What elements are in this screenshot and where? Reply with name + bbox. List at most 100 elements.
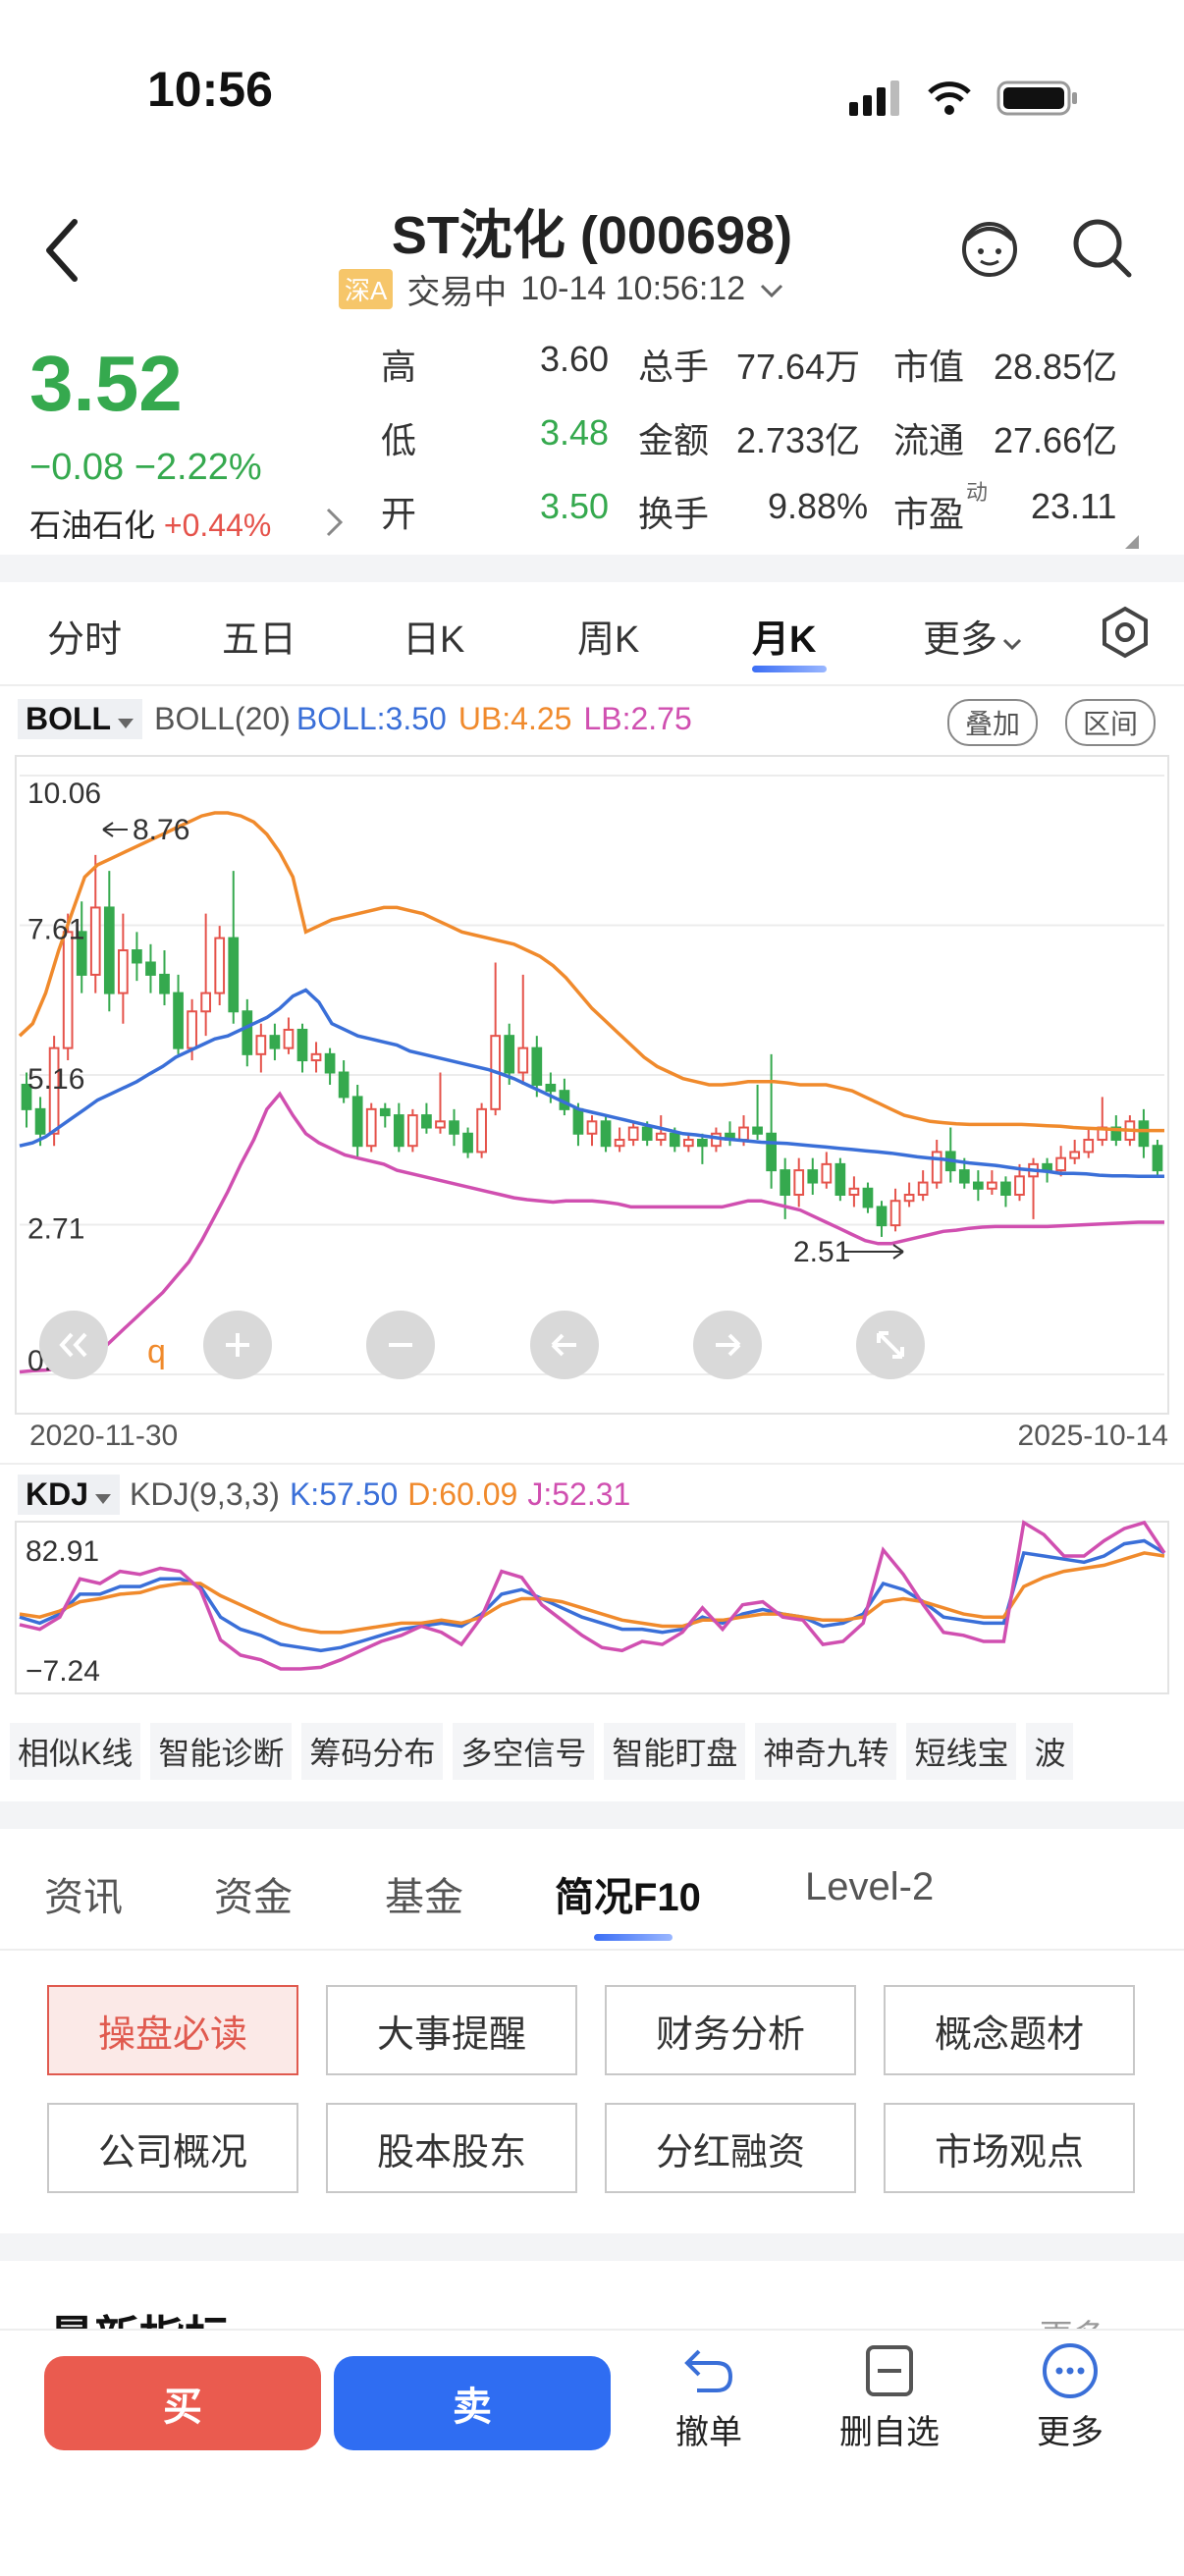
sell-button[interactable]: 卖	[334, 2356, 611, 2450]
sector-name: 石油石化	[29, 508, 156, 543]
tab-daily-k[interactable]: 日K	[403, 609, 464, 663]
chevron-right-icon[interactable]	[324, 506, 346, 544]
f10-dividend[interactable]: 分红融资	[605, 2103, 856, 2193]
overlay-button[interactable]: 叠加	[947, 699, 1039, 746]
candle	[490, 962, 502, 1116]
first-icon[interactable]	[39, 1311, 108, 1379]
candle	[103, 871, 115, 1012]
chart-frame	[15, 755, 1169, 1415]
candle	[214, 926, 226, 1006]
chip-short-line[interactable]: 短线宝	[906, 1723, 1017, 1780]
stat-pe-sup: 动	[966, 480, 989, 505]
candle	[793, 1157, 805, 1208]
stat-label-high: 高	[381, 347, 417, 387]
candle	[118, 913, 129, 1024]
buy-button[interactable]: 买	[44, 2356, 321, 2450]
range-button[interactable]: 区间	[1065, 699, 1157, 746]
more-button[interactable]: 更多	[1001, 2341, 1139, 2453]
search-icon[interactable]	[1070, 216, 1135, 286]
stat-open: 3.50	[540, 486, 610, 526]
candle	[338, 1060, 350, 1103]
tab-fund[interactable]: 基金	[385, 1865, 463, 1922]
stat-float: 27.66亿	[994, 420, 1118, 460]
stat-mktcap: 28.85亿	[994, 347, 1118, 387]
candle	[821, 1152, 833, 1189]
tab-more[interactable]: 更多	[923, 609, 1023, 663]
chip-nine-turn[interactable]: 神奇九转	[755, 1723, 897, 1780]
tab-news[interactable]: 资讯	[44, 1865, 123, 1922]
chip-signal[interactable]: 多空信号	[453, 1723, 595, 1780]
f10-shareholders[interactable]: 股本股东	[326, 2103, 577, 2193]
f10-events[interactable]: 大事提醒	[326, 1985, 577, 2075]
candle	[89, 854, 101, 993]
kdj-line-j	[19, 1520, 1166, 1671]
indicator-selector[interactable]: BOLL	[18, 699, 143, 739]
kdj-chart[interactable]: 82.91 −7.24	[0, 1517, 1184, 1698]
corner-expand-icon[interactable]	[1125, 535, 1139, 554]
tab-funds[interactable]: 资金	[214, 1865, 293, 1922]
fullscreen-icon[interactable]	[856, 1311, 925, 1379]
tab-f10[interactable]: 简况F10	[555, 1865, 701, 1922]
y-axis-labels: 10.067.615.162.710.26	[27, 778, 101, 1377]
candle	[903, 1182, 915, 1208]
candle	[1000, 1176, 1011, 1208]
f10-company[interactable]: 公司概况	[47, 2103, 298, 2193]
candle	[365, 1102, 377, 1153]
chip-monitor[interactable]: 智能盯盘	[604, 1723, 746, 1780]
tab-level2[interactable]: Level-2	[805, 1865, 934, 1909]
candle	[697, 1133, 708, 1164]
robot-icon[interactable]	[957, 214, 1022, 284]
trade-info[interactable]: 深A 交易中 10-14 10:56:12	[339, 265, 784, 313]
chart-settings-icon[interactable]	[1098, 605, 1153, 670]
remove-fav-button[interactable]: 删自选	[821, 2341, 958, 2453]
candle	[559, 1078, 570, 1116]
candle	[517, 974, 529, 1085]
candle	[242, 998, 253, 1067]
tab-underline	[594, 1934, 673, 1941]
ub-value: UB:4.25	[457, 701, 572, 736]
candle	[1069, 1139, 1081, 1164]
info-tabs: 资讯 资金 基金 简况F10 Level-2	[0, 1865, 1184, 1944]
kdj-k: K:57.50	[289, 1476, 399, 1512]
candle	[876, 1201, 888, 1237]
feature-chips: 相似K线 智能诊断 筹码分布 多空信号 智能盯盘 神奇九转 短线宝 波	[10, 1723, 1184, 1780]
candle	[682, 1133, 694, 1153]
sector-link[interactable]: 石油石化 +0.44%	[29, 501, 271, 546]
chip-similar-k[interactable]: 相似K线	[10, 1723, 141, 1780]
more-icon	[1043, 2343, 1098, 2398]
f10-financial[interactable]: 财务分析	[605, 1985, 856, 2075]
f10-concepts[interactable]: 概念题材	[884, 1985, 1135, 2075]
candle	[600, 1115, 612, 1153]
tab-more-label: 更多	[923, 619, 998, 661]
more-label: 更多	[1037, 2414, 1103, 2451]
candle	[987, 1170, 997, 1195]
f10-trading-must-read[interactable]: 操盘必读	[47, 1985, 298, 2075]
f10-market-view[interactable]: 市场观点	[884, 2103, 1135, 2193]
tab-monthly-k[interactable]: 月K	[752, 609, 816, 663]
right-icon[interactable]	[693, 1311, 762, 1379]
candle	[421, 1102, 432, 1134]
x-start-date: 2020-11-30	[29, 1420, 178, 1452]
chip-wave[interactable]: 波	[1026, 1723, 1074, 1780]
candle	[972, 1170, 984, 1202]
tab-wuri[interactable]: 五日	[222, 609, 296, 663]
candle	[132, 932, 142, 982]
tab-weekly-k[interactable]: 周K	[577, 609, 639, 663]
tab-fenshi[interactable]: 分时	[47, 609, 122, 663]
left-icon[interactable]	[530, 1311, 599, 1379]
undo-button[interactable]: 撤单	[640, 2341, 778, 2453]
remove-fav-label: 删自选	[839, 2414, 940, 2451]
candle	[283, 1017, 295, 1054]
stat-low: 3.48	[540, 412, 610, 453]
chip-chips[interactable]: 筹码分布	[301, 1723, 444, 1780]
kdj-selector[interactable]: KDJ	[18, 1475, 121, 1515]
zoom-in-icon[interactable]	[203, 1311, 272, 1379]
candle	[917, 1170, 929, 1202]
zoom-out-icon[interactable]	[366, 1311, 435, 1379]
candle	[407, 1108, 418, 1153]
candle	[725, 1121, 735, 1147]
candle	[228, 871, 240, 1024]
kdj-name: KDJ	[26, 1476, 89, 1512]
chip-diagnosis[interactable]: 智能诊断	[150, 1723, 293, 1780]
trade-datetime: 10-14 10:56:12	[520, 270, 746, 307]
